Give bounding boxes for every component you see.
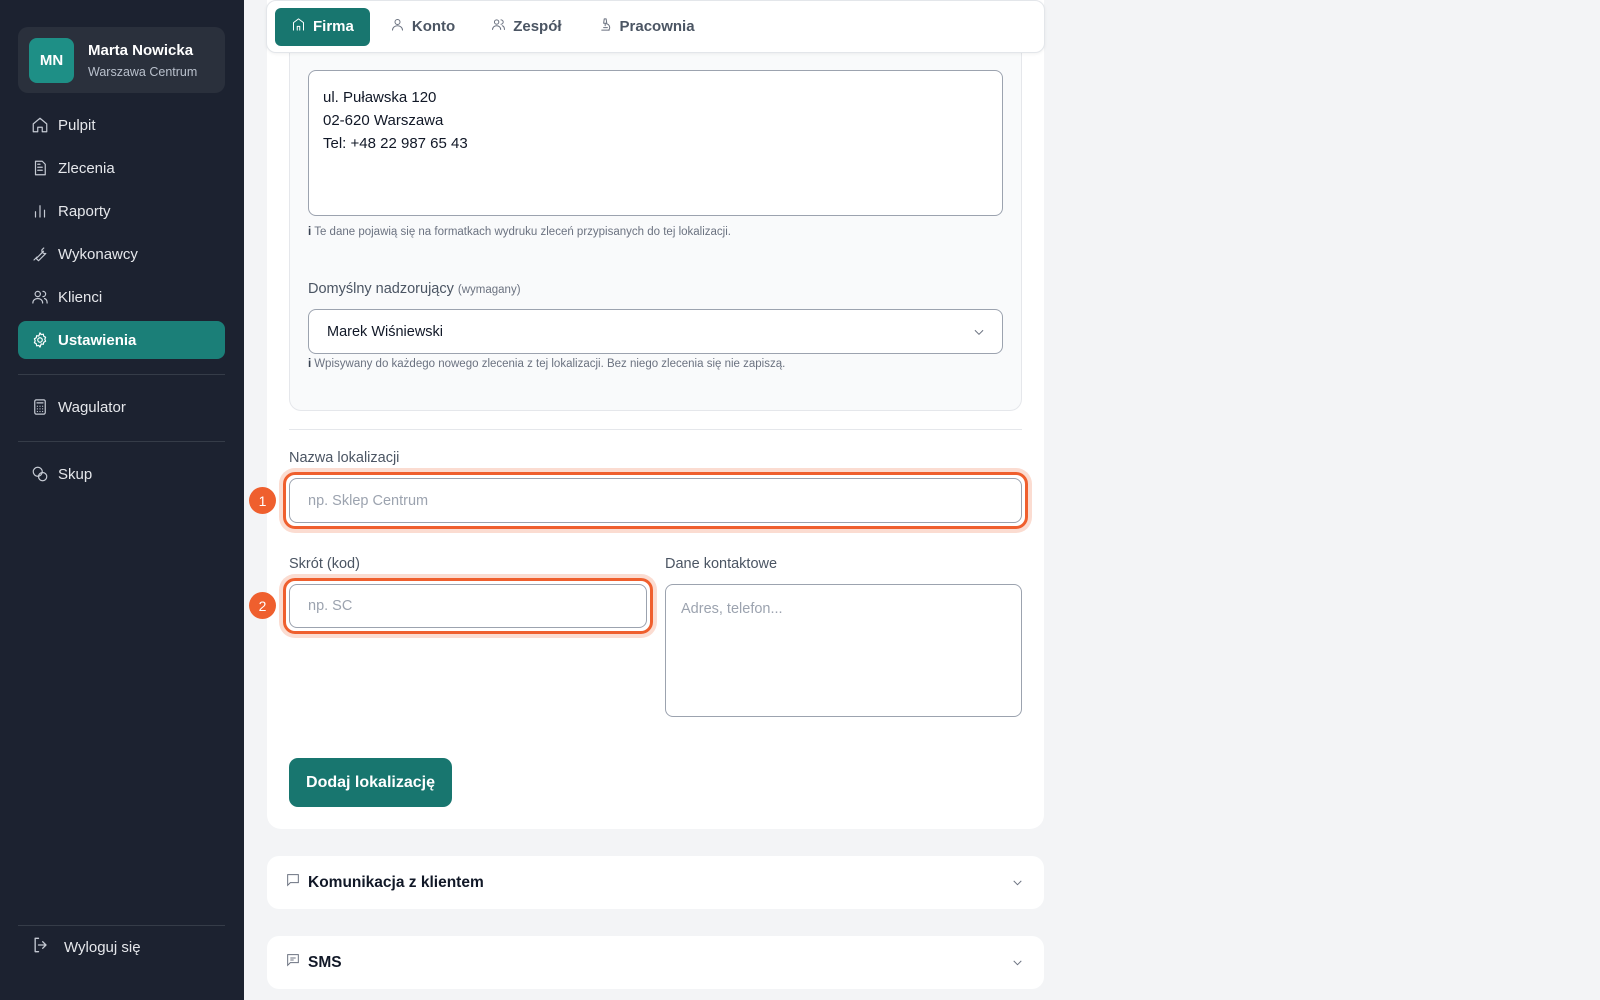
sidebar-item-wagulator[interactable]: Wagulator xyxy=(18,388,225,426)
tab-label: Zespół xyxy=(513,18,562,35)
tab-firma[interactable]: Firma xyxy=(275,7,370,46)
section-divider xyxy=(289,429,1022,430)
chat-icon xyxy=(285,872,308,893)
sidebar-item-label: Raporty xyxy=(58,202,111,220)
sidebar-item-pulpit[interactable]: Pulpit xyxy=(18,106,225,144)
sidebar-divider xyxy=(18,441,225,442)
sidebar-item-klienci[interactable]: Klienci xyxy=(18,278,225,316)
supervisor-label-text: Domyślny nadzorujący xyxy=(308,281,454,297)
sidebar-item-label: Skup xyxy=(58,465,93,483)
tab-konto[interactable]: Konto xyxy=(374,8,471,46)
annotation-badge-2: 2 xyxy=(249,592,276,619)
sidebar-item-skup[interactable]: Skup xyxy=(18,455,225,493)
settings-tabs: Firma Konto Zespół Pracownia xyxy=(266,0,1045,53)
contact-label: Dane kontaktowe xyxy=(665,556,778,572)
required-note: (wymagany) xyxy=(457,284,521,296)
supervisor-label: Domyślny nadzorujący (wymagany) xyxy=(308,281,521,297)
contact-textarea[interactable]: Adres, telefon... xyxy=(665,584,1022,717)
sidebar-item-label: Wykonawcy xyxy=(58,245,138,263)
avatar: MN xyxy=(29,37,74,83)
logout-button[interactable]: Wyloguj się xyxy=(31,935,141,959)
location-name-input[interactable]: np. Sklep Centrum xyxy=(289,478,1022,523)
microscope-icon xyxy=(598,17,620,36)
sidebar-item-ustawienia[interactable]: Ustawienia xyxy=(18,321,225,359)
section-sms[interactable]: SMS xyxy=(267,936,1044,989)
users-icon xyxy=(31,288,49,306)
tab-label: Pracownia xyxy=(619,18,695,35)
wrench-icon xyxy=(31,245,49,263)
document-icon xyxy=(31,159,49,177)
section-title: SMS xyxy=(308,953,342,971)
sidebar-item-label: Zlecenia xyxy=(58,159,115,177)
tab-label: Firma xyxy=(313,18,354,35)
user-icon xyxy=(390,17,412,36)
info-icon: i xyxy=(308,226,312,238)
sidebar-item-label: Wagulator xyxy=(58,398,126,416)
logout-label: Wyloguj się xyxy=(64,938,141,956)
code-label: Skrót (kod) xyxy=(289,556,360,572)
logout-icon xyxy=(31,935,64,959)
sidebar: MN Marta Nowicka Warszawa Centrum Pulpit… xyxy=(0,0,244,1000)
building-icon xyxy=(291,17,313,36)
bar-chart-icon xyxy=(31,202,49,220)
annotation-badge-1: 1 xyxy=(249,487,276,514)
code-input[interactable]: np. SC xyxy=(289,584,647,628)
user-location: Warszawa Centrum xyxy=(88,64,198,79)
section-customer-communication[interactable]: Komunikacja z klientem xyxy=(267,856,1044,909)
home-icon xyxy=(31,116,49,134)
sidebar-item-label: Ustawienia xyxy=(58,331,137,349)
message-icon xyxy=(285,952,308,973)
coins-icon xyxy=(31,465,49,483)
supervisor-select[interactable]: Marek Wiśniewski xyxy=(308,309,1003,354)
sidebar-item-label: Klienci xyxy=(58,288,103,306)
section-title: Komunikacja z klientem xyxy=(308,873,484,891)
user-name: Marta Nowicka xyxy=(88,41,194,59)
tab-label: Konto xyxy=(411,18,456,35)
team-icon xyxy=(491,17,513,36)
address-textarea[interactable]: ul. Puławska 120 02-620 Warszawa Tel: +4… xyxy=(308,70,1003,216)
gear-icon xyxy=(31,331,49,349)
user-card[interactable]: MN Marta Nowicka Warszawa Centrum xyxy=(18,27,225,93)
tab-pracownia[interactable]: Pracownia xyxy=(582,8,711,46)
tab-zespol[interactable]: Zespół xyxy=(475,8,577,46)
add-location-button[interactable]: Dodaj lokalizację xyxy=(289,758,452,807)
sidebar-item-label: Pulpit xyxy=(58,116,96,134)
address-hint: i Te dane pojawią się na formatkach wydru… xyxy=(308,226,731,238)
sidebar-item-zlecenia[interactable]: Zlecenia xyxy=(18,149,225,187)
supervisor-value: Marek Wiśniewski xyxy=(327,323,444,340)
sidebar-nav: Pulpit Zlecenia Raporty Wykonawcy Klienc… xyxy=(18,106,225,364)
sidebar-item-wykonawcy[interactable]: Wykonawcy xyxy=(18,235,225,273)
sidebar-item-raporty[interactable]: Raporty xyxy=(18,192,225,230)
supervisor-hint-text: Wpisywany do każdego nowego zlecenia z t… xyxy=(314,358,786,370)
sidebar-divider xyxy=(18,925,225,926)
address-hint-text: Te dane pojawią się na formatkach wydruk… xyxy=(314,226,731,238)
sidebar-divider xyxy=(18,374,225,375)
location-name-label: Nazwa lokalizacji xyxy=(289,450,400,466)
supervisor-hint: i Wpisywany do każdego nowego zlecenia z … xyxy=(308,358,785,370)
calculator-icon xyxy=(31,398,49,416)
info-icon: i xyxy=(308,358,312,370)
